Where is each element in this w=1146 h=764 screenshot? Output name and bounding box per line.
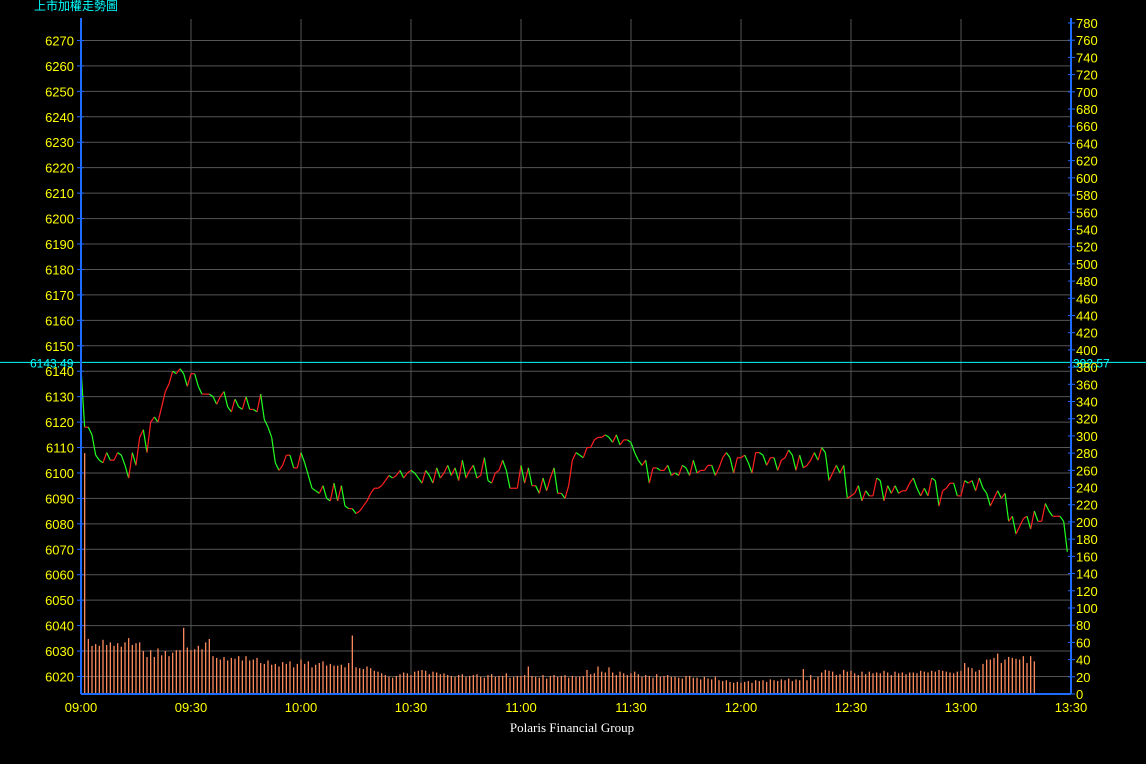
right-tick-label: 560 <box>1076 205 1098 220</box>
x-tick-label: 11:00 <box>505 700 537 715</box>
x-tick-label: 13:30 <box>1055 700 1088 715</box>
right-tick-label: 240 <box>1076 481 1098 496</box>
left-tick-label: 6090 <box>45 491 74 506</box>
left-tick-label: 6190 <box>45 237 74 252</box>
x-tick-label: 10:00 <box>285 700 318 715</box>
right-tick-label: 580 <box>1076 188 1098 203</box>
left-tick-label: 6130 <box>45 390 74 405</box>
x-tick-label: 09:30 <box>175 700 208 715</box>
left-tick-label: 6240 <box>45 110 74 125</box>
left-tick-label: 6170 <box>45 288 74 303</box>
x-tick-label: 11:30 <box>615 700 647 715</box>
x-tick-label: 13:00 <box>945 700 978 715</box>
right-tick-label: 640 <box>1076 136 1098 151</box>
right-tick-label: 200 <box>1076 515 1098 530</box>
right-tick-label: 320 <box>1076 412 1098 427</box>
right-tick-label: 420 <box>1076 326 1098 341</box>
left-tick-label: 6040 <box>45 619 74 634</box>
intraday-index-chart: 6143.49 392.57 62706260625062406230622062… <box>0 0 1146 764</box>
right-tick-label: 440 <box>1076 308 1098 323</box>
footer-credit: Polaris Financial Group <box>510 720 634 735</box>
left-tick-label: 6060 <box>45 568 74 583</box>
left-tick-label: 6250 <box>45 84 74 99</box>
right-tick-label: 480 <box>1076 274 1098 289</box>
right-tick-label: 180 <box>1076 532 1098 547</box>
right-tick-label: 140 <box>1076 567 1098 582</box>
left-tick-label: 6210 <box>45 186 74 201</box>
left-tick-label: 6270 <box>45 33 74 48</box>
left-tick-label: 6120 <box>45 415 74 430</box>
right-tick-label: 160 <box>1076 549 1098 564</box>
right-tick-label: 60 <box>1076 635 1090 650</box>
right-tick-label: 400 <box>1076 343 1098 358</box>
right-tick-label: 260 <box>1076 463 1098 478</box>
right-tick-label: 300 <box>1076 429 1098 444</box>
x-tick-label: 09:00 <box>65 700 98 715</box>
right-tick-label: 20 <box>1076 670 1090 685</box>
left-tick-label: 6260 <box>45 59 74 74</box>
right-tick-label: 500 <box>1076 257 1098 272</box>
left-tick-label: 6220 <box>45 161 74 176</box>
right-tick-label: 760 <box>1076 33 1098 48</box>
right-tick-label: 780 <box>1076 16 1098 31</box>
x-tick-label: 12:00 <box>725 700 758 715</box>
right-tick-label: 360 <box>1076 377 1098 392</box>
left-tick-label: 6100 <box>45 466 74 481</box>
right-tick-label: 680 <box>1076 102 1098 117</box>
x-tick-label: 12:30 <box>835 700 868 715</box>
left-tick-label: 6200 <box>45 212 74 227</box>
right-tick-label: 740 <box>1076 50 1098 65</box>
right-tick-label: 220 <box>1076 498 1098 513</box>
chart-title: 上市加權走勢圖 <box>34 0 118 13</box>
right-tick-label: 80 <box>1076 618 1090 633</box>
right-tick-label: 660 <box>1076 119 1098 134</box>
left-tick-label: 6230 <box>45 135 74 150</box>
left-tick-label: 6020 <box>45 669 74 684</box>
right-tick-label: 460 <box>1076 291 1098 306</box>
right-tick-label: 700 <box>1076 85 1098 100</box>
chart-background <box>0 0 1146 764</box>
left-tick-label: 6110 <box>46 441 74 456</box>
left-tick-label: 6030 <box>45 644 74 659</box>
chart-root: 6143.49 392.57 6270 6260 6250 6240 6230 6220 62… <box>0 0 1146 764</box>
left-tick-label: 6150 <box>45 339 74 354</box>
left-tick-label: 6180 <box>45 262 74 277</box>
right-tick-label: 600 <box>1076 171 1098 186</box>
right-tick-label: 100 <box>1076 601 1098 616</box>
left-tick-label: 6050 <box>45 593 74 608</box>
right-tick-label: 380 <box>1076 360 1098 375</box>
right-tick-label: 620 <box>1076 154 1098 169</box>
right-tick-label: 720 <box>1076 68 1098 83</box>
right-tick-label: 340 <box>1076 395 1098 410</box>
left-tick-label: 6070 <box>45 542 74 557</box>
x-tick-label: 10:30 <box>395 700 428 715</box>
left-tick-label: 6140 <box>45 364 74 379</box>
left-tick-label: 6080 <box>45 517 74 532</box>
right-tick-label: 520 <box>1076 240 1098 255</box>
right-tick-label: 540 <box>1076 222 1098 237</box>
right-tick-label: 280 <box>1076 446 1098 461</box>
right-tick-label: 40 <box>1076 653 1090 668</box>
right-tick-label: 120 <box>1076 584 1098 599</box>
left-tick-label: 6160 <box>45 313 74 328</box>
